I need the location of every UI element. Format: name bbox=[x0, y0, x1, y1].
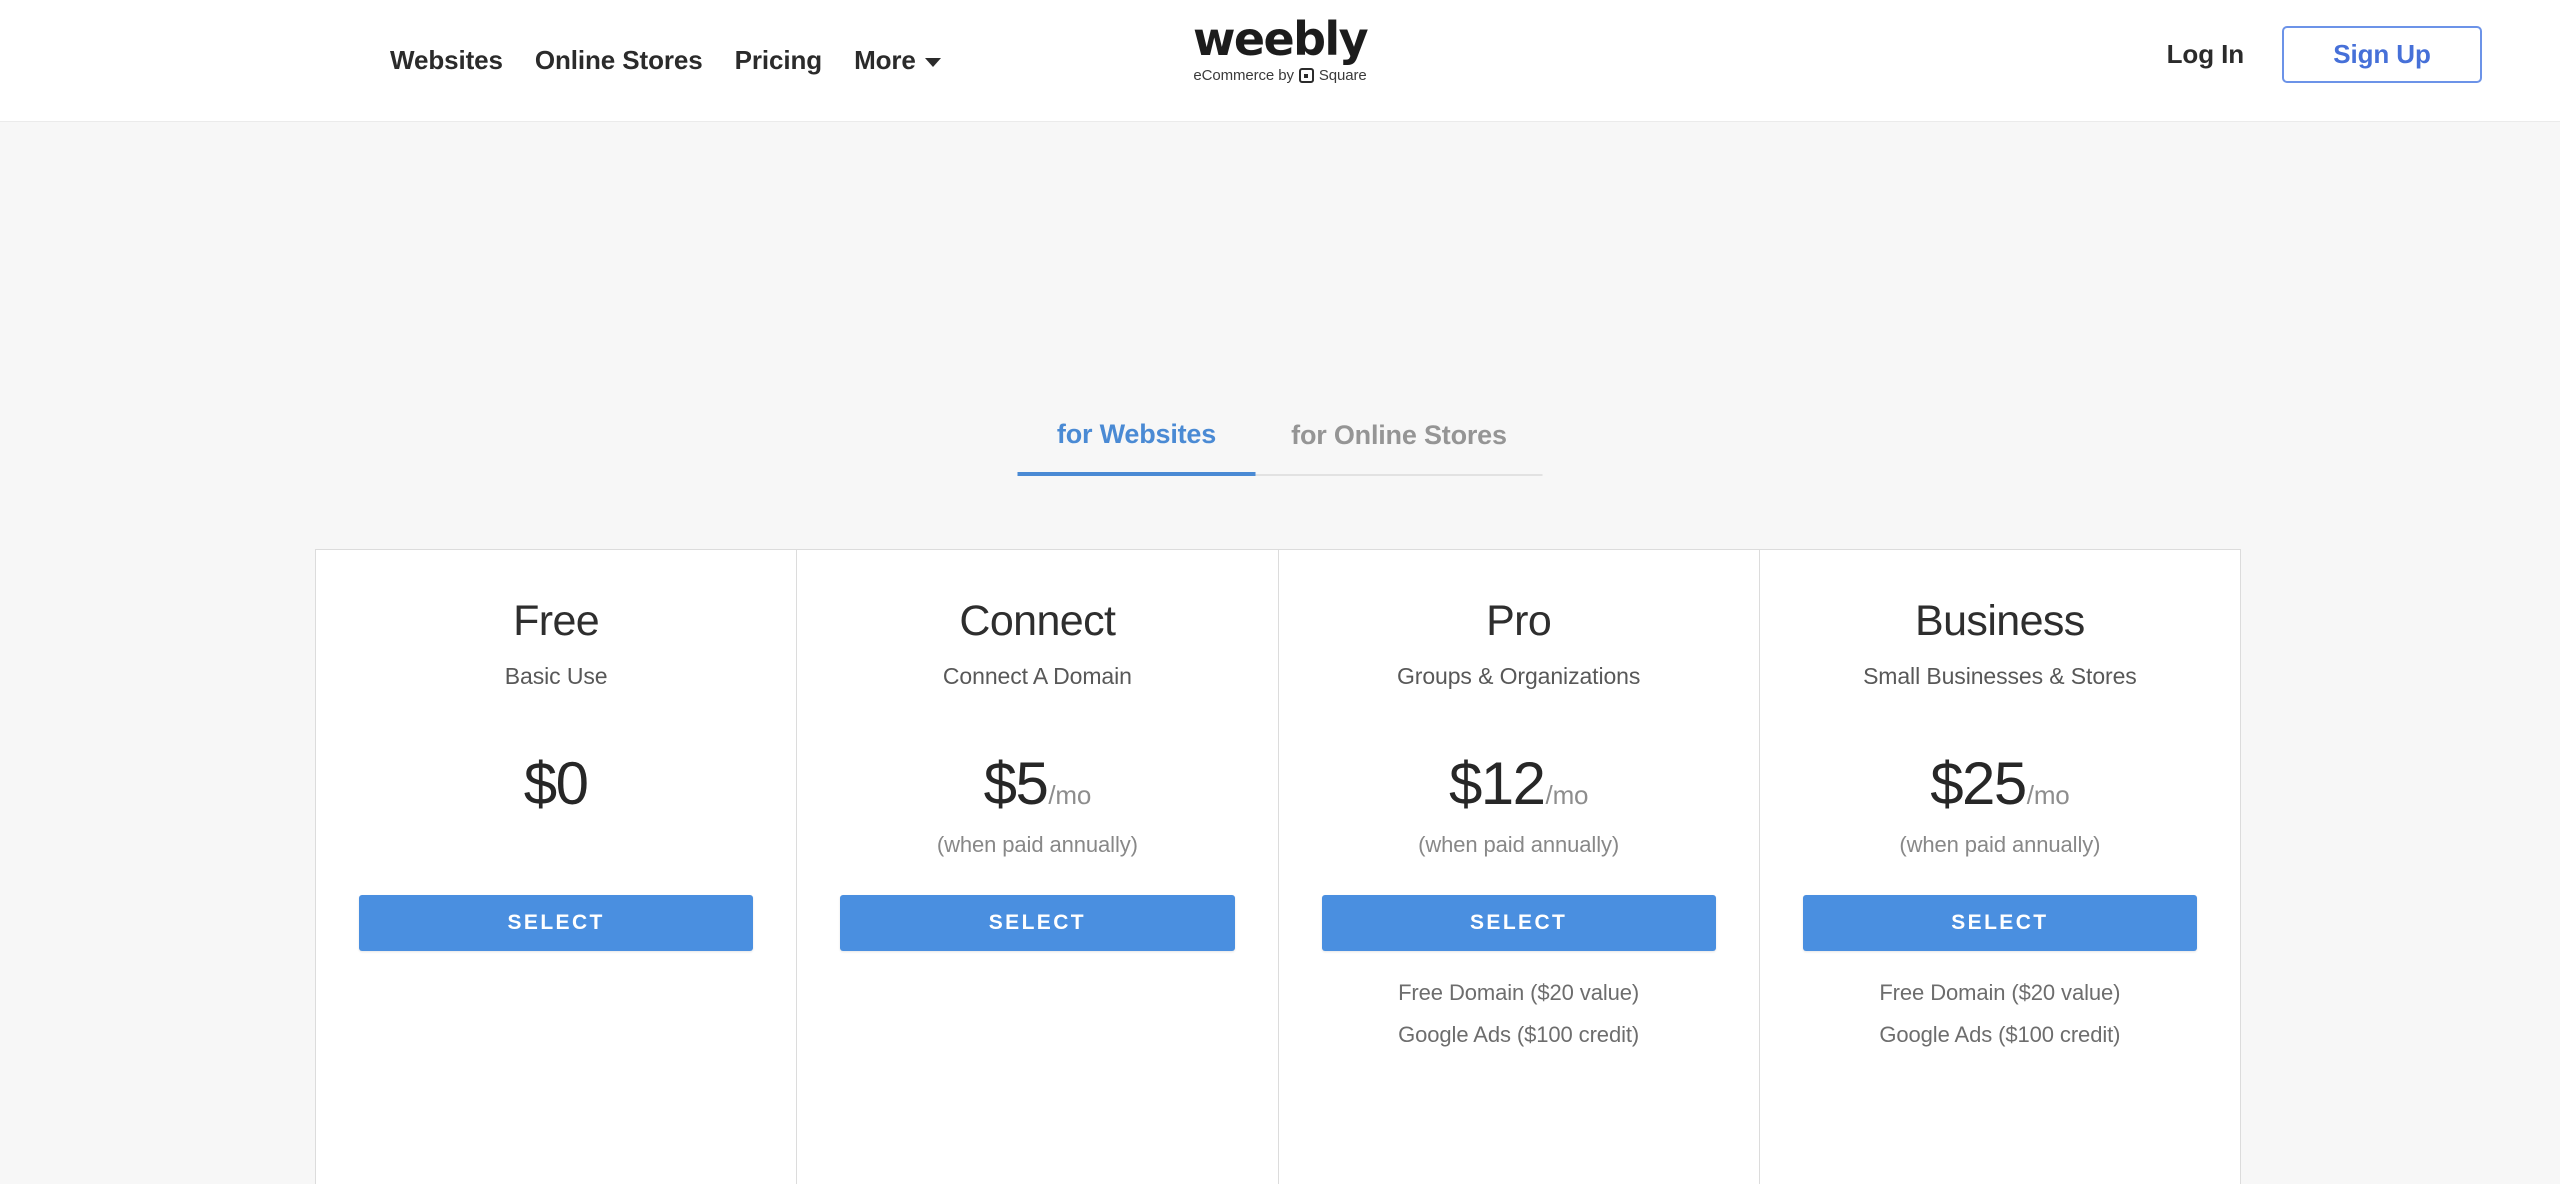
plan-tagline: Groups & Organizations bbox=[1396, 663, 1641, 689]
select-button-connect[interactable]: SELECT bbox=[840, 895, 1235, 951]
sign-up-button[interactable]: Sign Up bbox=[2282, 26, 2482, 83]
plan-feature: Free Domain ($20 value) bbox=[1879, 980, 2121, 1005]
brand-tagline: eCommerce by Square bbox=[1193, 67, 1366, 84]
plan-price-row: $25 /mo bbox=[1803, 753, 2197, 815]
plan-tagline: Small Businesses & Stores bbox=[1863, 663, 2137, 689]
plan-billing-note: (when paid annually) bbox=[936, 832, 1138, 857]
plan-price-period: /mo bbox=[1545, 780, 1589, 810]
log-in-link[interactable]: Log In bbox=[2167, 39, 2244, 70]
plan-price: $5 bbox=[983, 750, 1049, 817]
brand-logo[interactable]: weebly eCommerce by Square bbox=[1193, 12, 1369, 84]
header-actions: Log In Sign Up bbox=[2167, 26, 2482, 83]
plan-name: Free bbox=[513, 597, 600, 645]
plan-card-pro: Pro Groups & Organizations $12 /mo (when… bbox=[1278, 550, 1760, 1184]
plan-name: Connect bbox=[959, 597, 1116, 645]
plan-feature: Google Ads ($100 credit) bbox=[1879, 1022, 2121, 1047]
select-button-free[interactable]: SELECT bbox=[359, 895, 754, 951]
plan-billing-note bbox=[359, 831, 753, 859]
brand-wordmark: weebly bbox=[1193, 12, 1369, 66]
plan-price-period: /mo bbox=[2026, 780, 2070, 810]
brand-tagline-prefix: eCommerce by bbox=[1193, 67, 1294, 84]
plan-price-period: /mo bbox=[1048, 780, 1092, 810]
plan-card-business: Business Small Businesses & Stores $25 /… bbox=[1759, 550, 2240, 1184]
select-button-pro[interactable]: SELECT bbox=[1321, 895, 1716, 951]
plan-price-row: $0 bbox=[359, 753, 753, 815]
plan-price: $12 bbox=[1448, 750, 1546, 817]
nav-item-websites[interactable]: Websites bbox=[390, 44, 503, 76]
plan-type-tabs: for Websites for Online Stores bbox=[1017, 419, 1543, 476]
tab-for-online-stores[interactable]: for Online Stores bbox=[1255, 419, 1543, 476]
plan-tagline: Connect A Domain bbox=[942, 663, 1132, 689]
plan-price-row: $5 /mo bbox=[840, 753, 1234, 815]
pricing-page-body: for Websites for Online Stores Free Basi… bbox=[0, 122, 2560, 1184]
site-header: Websites Online Stores Pricing More weeb… bbox=[0, 0, 2560, 122]
nav-item-online-stores[interactable]: Online Stores bbox=[535, 44, 703, 76]
plan-tagline: Basic Use bbox=[504, 663, 608, 689]
plan-feature: Free Domain ($20 value) bbox=[1398, 980, 1640, 1005]
plan-price: $25 bbox=[1930, 750, 2027, 817]
nav-item-more[interactable]: More bbox=[854, 44, 941, 76]
plan-billing-note: (when paid annually) bbox=[1899, 832, 2101, 857]
plan-feature: Google Ads ($100 credit) bbox=[1398, 1022, 1640, 1047]
tab-for-websites[interactable]: for Websites bbox=[1017, 419, 1256, 476]
plan-feature-list: Free Domain ($20 value) Google Ads ($100… bbox=[1803, 979, 2197, 1049]
plan-card-connect: Connect Connect A Domain $5 /mo (when pa… bbox=[797, 550, 1279, 1184]
plan-price: $0 bbox=[523, 750, 589, 817]
primary-navigation: Websites Online Stores Pricing More bbox=[390, 44, 941, 76]
plan-name: Pro bbox=[1486, 597, 1552, 645]
nav-item-more-label: More bbox=[854, 45, 916, 75]
select-button-business[interactable]: SELECT bbox=[1802, 895, 2197, 951]
pricing-plan-grid: Free Basic Use $0 SELECT Connect Connect… bbox=[315, 549, 2241, 1184]
plan-feature-list: Free Domain ($20 value) Google Ads ($100… bbox=[1322, 979, 1716, 1049]
nav-item-pricing[interactable]: Pricing bbox=[735, 44, 823, 76]
plan-card-free: Free Basic Use $0 SELECT bbox=[316, 550, 798, 1184]
plan-name: Business bbox=[1915, 597, 2085, 645]
plan-billing-note: (when paid annually) bbox=[1418, 832, 1620, 857]
chevron-down-icon bbox=[924, 57, 941, 67]
brand-tagline-suffix: Square bbox=[1318, 67, 1367, 84]
plan-price-row: $12 /mo bbox=[1322, 753, 1716, 815]
square-logo-icon bbox=[1298, 68, 1314, 83]
